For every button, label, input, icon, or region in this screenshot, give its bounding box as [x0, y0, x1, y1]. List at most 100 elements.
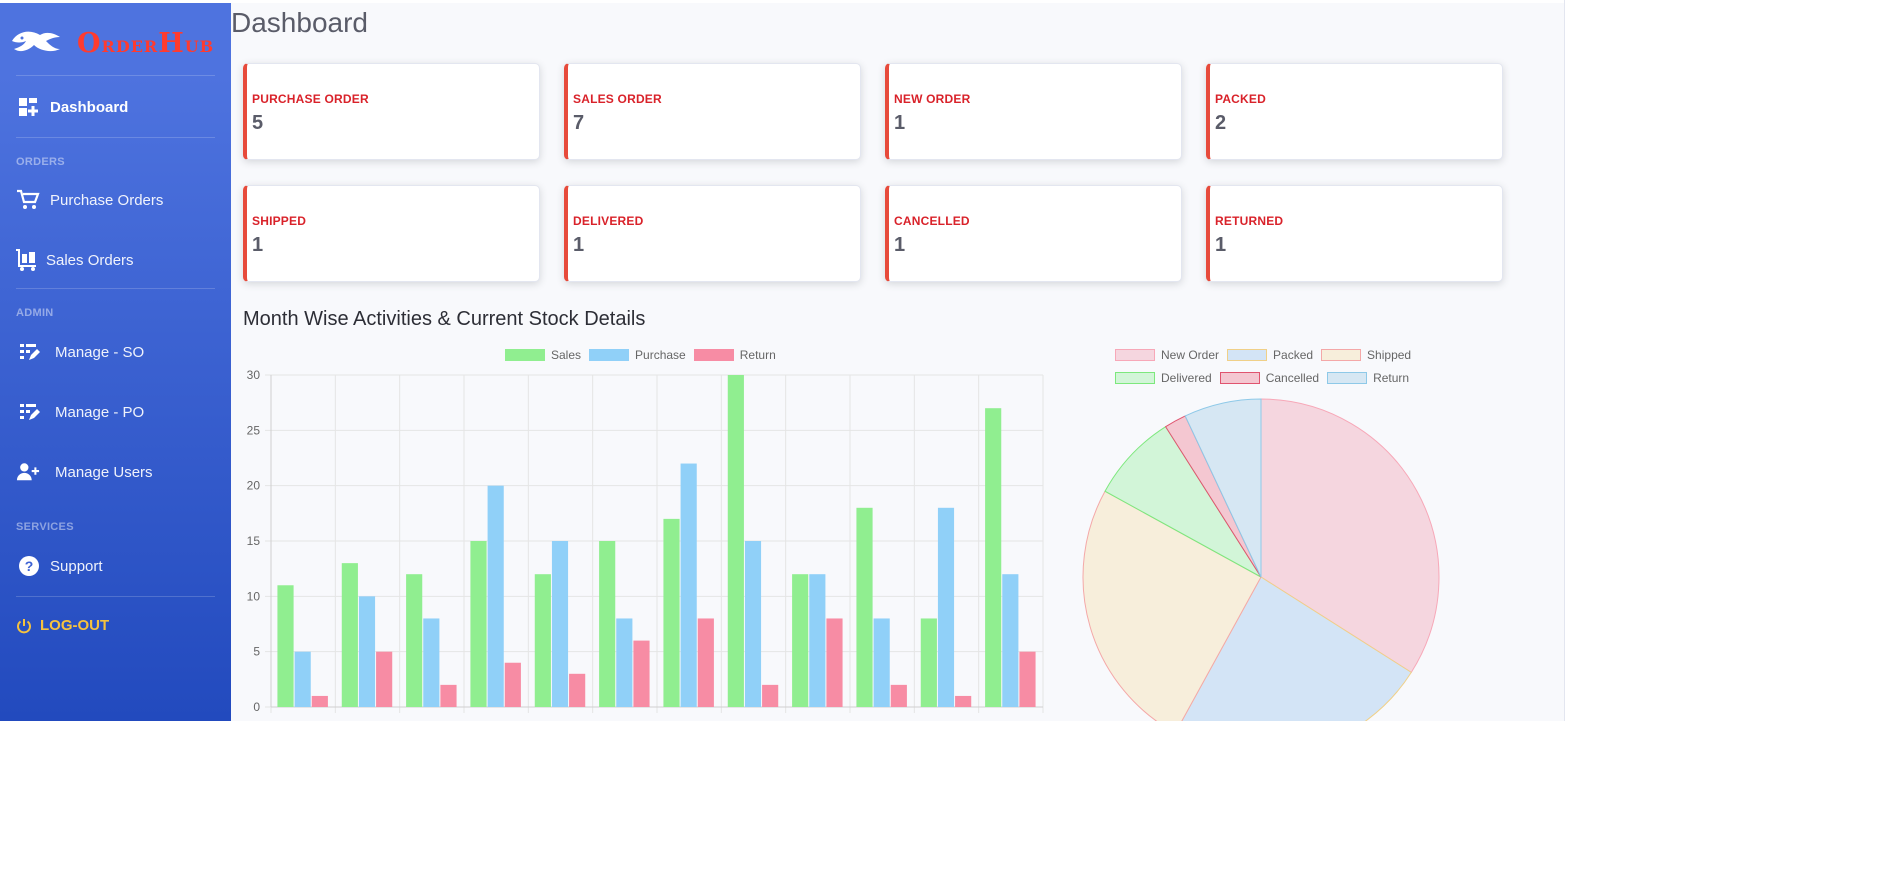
- bar-sales-8[interactable]: [792, 574, 809, 707]
- legend-item-sales[interactable]: Sales: [505, 348, 581, 362]
- sidebar-item-dashboard[interactable]: Dashboard: [0, 87, 231, 127]
- power-icon: [17, 618, 31, 633]
- stat-card-label: CANCELLED: [894, 214, 970, 228]
- bar-sales-2[interactable]: [406, 574, 423, 707]
- legend-label: Cancelled: [1265, 371, 1320, 385]
- brand-name: ORDERHUB: [77, 28, 214, 59]
- stat-card-returned[interactable]: RETURNED 1: [1206, 185, 1503, 282]
- svg-text:?: ?: [25, 558, 34, 574]
- sidebar-item-manage-users[interactable]: Manage Users: [0, 452, 231, 492]
- y-tick-label: 15: [247, 534, 261, 548]
- y-tick-label: 30: [247, 368, 261, 382]
- bar-sales-1[interactable]: [341, 563, 358, 707]
- bar-sales-4[interactable]: [534, 574, 551, 707]
- bar-sales-9[interactable]: [856, 507, 873, 707]
- user-plus-icon: [16, 460, 40, 484]
- bar-sales-7[interactable]: [727, 375, 744, 707]
- legend-item-packed[interactable]: Packed: [1227, 348, 1313, 362]
- sidebar-item-support[interactable]: ? Support: [0, 546, 231, 586]
- legend-item-purchase[interactable]: Purchase: [589, 348, 686, 362]
- legend-swatch: [1321, 349, 1362, 361]
- brand[interactable]: ORDERHUB: [10, 23, 214, 63]
- sidebar-item-sales-orders[interactable]: Sales Orders: [0, 240, 231, 280]
- legend-item-delivered[interactable]: Delivered: [1115, 371, 1212, 385]
- sidebar-item-purchase-orders[interactable]: Purchase Orders: [0, 180, 231, 220]
- brand-letter-h: H: [158, 27, 185, 59]
- legend-item-return[interactable]: Return: [693, 348, 776, 362]
- sidebar-item-manage-so[interactable]: Manage - SO: [0, 332, 231, 372]
- page-title: Dashboard: [231, 7, 368, 38]
- bar-sales-5[interactable]: [599, 541, 616, 707]
- bar-return-11[interactable]: [1019, 651, 1036, 707]
- bar-return-2[interactable]: [440, 684, 457, 707]
- legend-swatch: [505, 349, 545, 361]
- bar-purchase-4[interactable]: [551, 541, 569, 707]
- legend-item-cancelled[interactable]: Cancelled: [1219, 371, 1320, 385]
- bar-return-7[interactable]: [762, 684, 779, 707]
- legend-label: Sales: [551, 348, 582, 362]
- legend-label: Purchase: [635, 348, 686, 362]
- logout-button[interactable]: LOG-OUT: [16, 617, 109, 634]
- stat-card-delivered[interactable]: DELIVERED 1: [564, 185, 861, 282]
- bar-purchase-1[interactable]: [358, 596, 376, 707]
- legend-label: Return: [1373, 371, 1410, 385]
- page-right-edge: [1564, 0, 1568, 721]
- stat-card-label: DELIVERED: [573, 214, 644, 228]
- bar-sales-11[interactable]: [985, 408, 1002, 707]
- legend-label: New Order: [1161, 348, 1220, 362]
- stat-card-sales-order[interactable]: SALES ORDER 7: [564, 63, 861, 160]
- bar-return-3[interactable]: [504, 662, 521, 707]
- stat-card-purchase-order[interactable]: PURCHASE ORDER 5: [243, 63, 540, 160]
- bar-purchase-3[interactable]: [487, 485, 504, 707]
- bar-purchase-0[interactable]: [294, 651, 311, 707]
- stat-card-new-order[interactable]: NEW ORDER 1: [885, 63, 1182, 160]
- stat-card-cancelled[interactable]: CANCELLED 1: [885, 185, 1182, 282]
- bar-return-0[interactable]: [311, 695, 328, 707]
- legend-label: Delivered: [1161, 371, 1212, 385]
- bar-return-5[interactable]: [633, 640, 650, 707]
- bar-sales-6[interactable]: [663, 518, 680, 707]
- bar-sales-10[interactable]: [920, 618, 937, 707]
- bar-sales-0[interactable]: [277, 585, 294, 707]
- logout-label: LOG-OUT: [40, 617, 110, 634]
- main-content: Dashboard PURCHASE ORDER 5 SALES ORDER 7…: [231, 3, 1564, 721]
- sidebar-item-manage-po[interactable]: Manage - PO: [0, 392, 231, 432]
- stat-card-value: 5: [252, 112, 264, 134]
- stat-card-value: 1: [894, 234, 906, 256]
- y-tick-label: 10: [247, 589, 261, 603]
- bar-chart-legend: Sales Purchase Return: [505, 348, 784, 362]
- stat-card-value: 1: [894, 112, 906, 134]
- legend-item-new-order[interactable]: New Order: [1115, 348, 1219, 362]
- pie-chart-legend-row2: Delivered Cancelled Return: [1115, 371, 1417, 385]
- stat-card-packed[interactable]: PACKED 2: [1206, 63, 1503, 160]
- bar-return-9[interactable]: [890, 684, 907, 707]
- stat-card-label: NEW ORDER: [894, 92, 971, 106]
- bar-purchase-2[interactable]: [423, 618, 440, 707]
- edit-grid-icon: [17, 340, 41, 364]
- y-tick-label: 5: [253, 645, 260, 659]
- legend-swatch: [1115, 372, 1155, 384]
- bar-return-10[interactable]: [955, 695, 972, 707]
- stat-card-value: 1: [1215, 234, 1227, 256]
- bar-purchase-10[interactable]: [937, 507, 955, 707]
- bar-return-1[interactable]: [376, 651, 393, 707]
- legend-item-shipped[interactable]: Shipped: [1321, 348, 1411, 362]
- bar-purchase-11[interactable]: [1002, 574, 1019, 707]
- stat-card-shipped[interactable]: SHIPPED 1: [243, 185, 540, 282]
- legend-swatch: [693, 349, 734, 361]
- bar-purchase-7[interactable]: [744, 541, 762, 707]
- sidebar-item-label: Manage - SO: [55, 343, 145, 361]
- sidebar-divider: [16, 137, 215, 138]
- bar-sales-3[interactable]: [470, 541, 487, 707]
- bar-return-6[interactable]: [697, 618, 714, 707]
- bar-purchase-9[interactable]: [873, 618, 890, 707]
- bar-purchase-5[interactable]: [616, 618, 633, 707]
- bird-logo-icon: [12, 31, 60, 52]
- bar-purchase-8[interactable]: [809, 574, 826, 707]
- bar-purchase-6[interactable]: [680, 463, 697, 707]
- sidebar-divider: [16, 75, 215, 76]
- bar-return-8[interactable]: [826, 618, 843, 707]
- bar-return-4[interactable]: [569, 673, 586, 707]
- legend-item-return[interactable]: Return: [1327, 371, 1409, 385]
- legend-swatch: [1219, 372, 1260, 384]
